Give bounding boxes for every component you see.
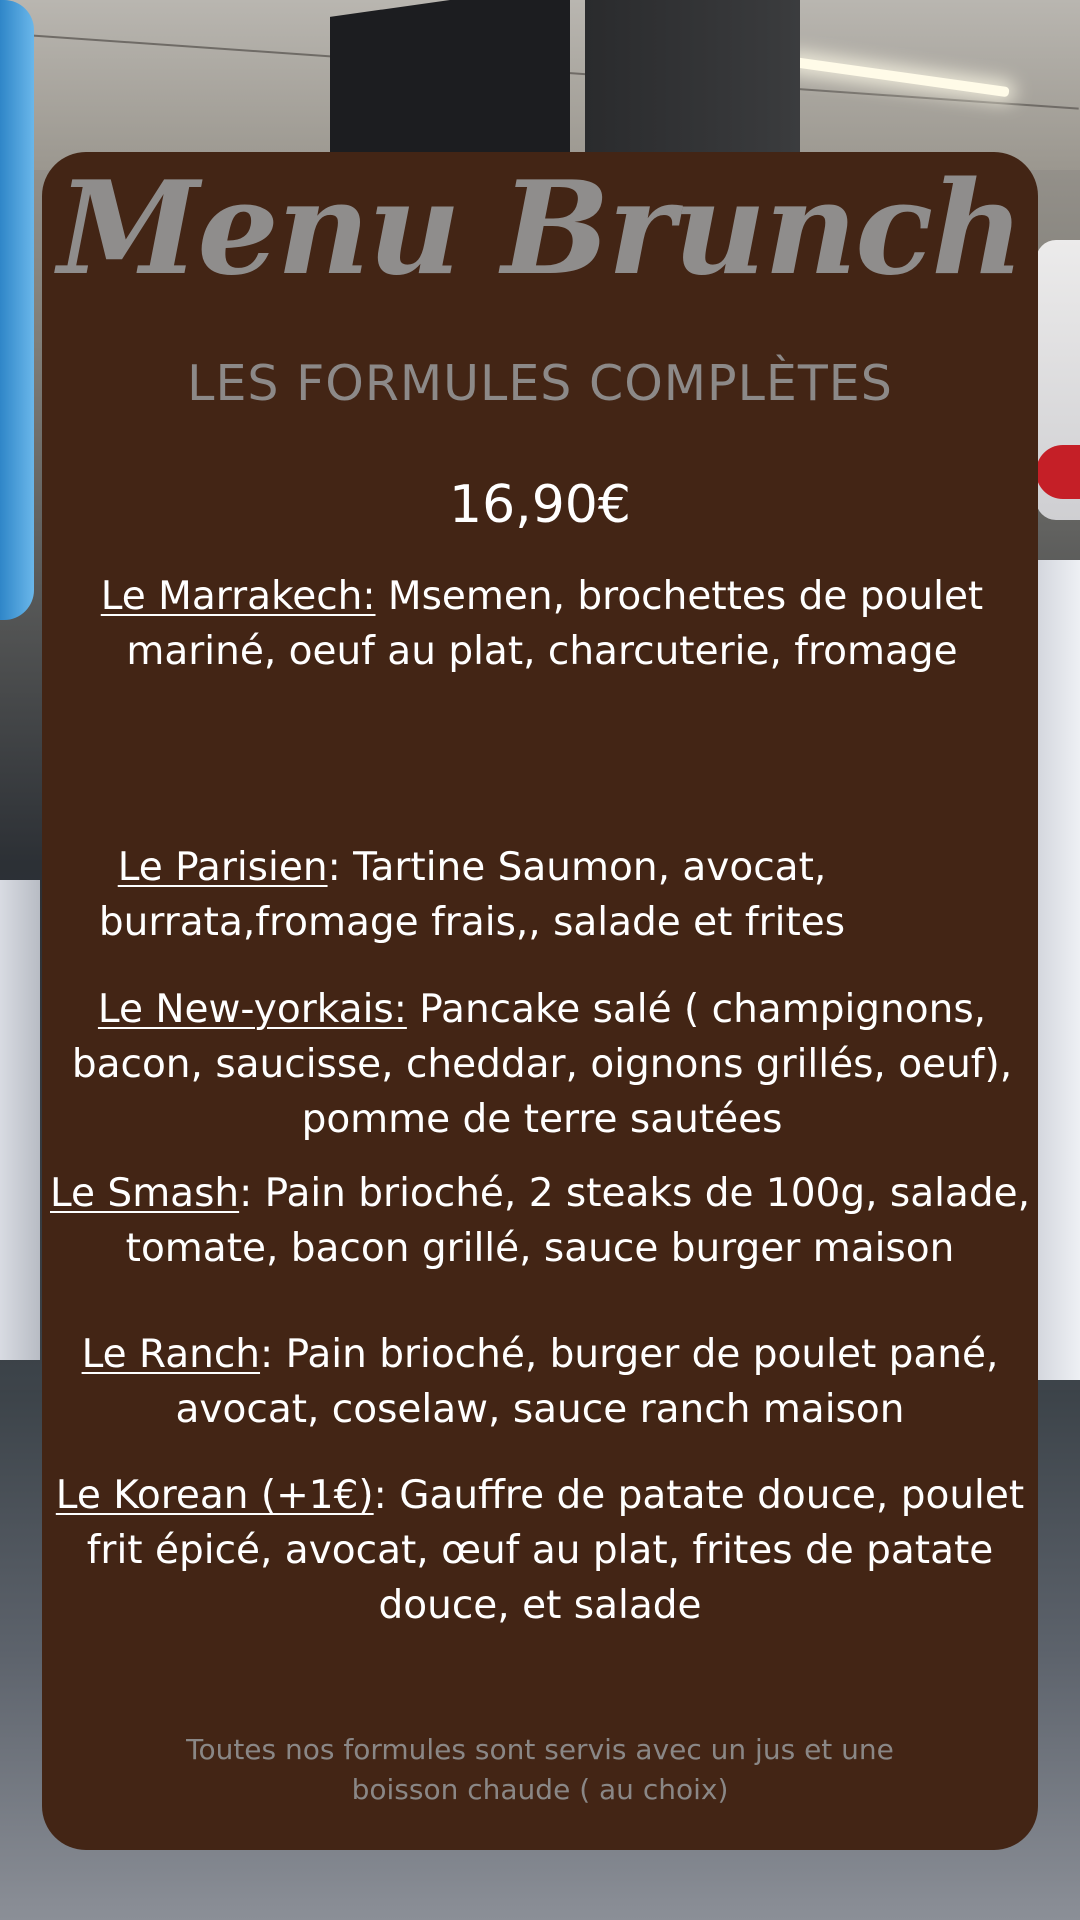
menu-subtitle: LES FORMULES COMPLÈTES [187, 355, 893, 412]
footer-line: boisson chaude ( au choix) [351, 1773, 729, 1806]
menu-item-name: Le Parisien [117, 845, 328, 890]
blue-decor [0, 0, 34, 620]
menu-item-name: Le Smash [50, 1171, 240, 1216]
menu-item-parisien: Le Parisien: Tartine Saumon, avocat, bur… [82, 840, 862, 950]
menu-item-smash: Le Smash: Pain brioché, 2 steaks de 100g… [50, 1166, 1030, 1276]
menu-item-separator: : [327, 845, 354, 890]
menu-item-new-yorkais: Le New-yorkais: Pancake salé ( champigno… [64, 982, 1020, 1147]
menu-item-marrakech: Le Marrakech: Msemen, brochettes de poul… [70, 569, 1014, 679]
menu-item-separator: : [260, 1332, 286, 1377]
menu-item-ranch: Le Ranch: Pain brioché, burger de poulet… [60, 1327, 1020, 1437]
menu-item-separator: : [373, 1473, 400, 1518]
left-wall [0, 880, 40, 1360]
menu-item-separator: : [239, 1171, 265, 1216]
menu-footer-note: Toutes nos formules sont servis avec un … [42, 1730, 1038, 1810]
menu-item-name: Le Marrakech: [100, 574, 376, 619]
menu-item-separator [407, 987, 419, 1032]
menu-item-separator [376, 574, 388, 619]
right-wall [1038, 560, 1080, 1380]
menu-item-name: Le Korean (+1€) [55, 1473, 374, 1518]
menu-item-name: Le New-yorkais: [97, 987, 407, 1032]
pillar [585, 0, 800, 170]
footer-line: Toutes nos formules sont servis avec un … [186, 1733, 894, 1766]
menu-price: 16,90€ [449, 475, 631, 535]
menu-item-description: Pain brioché, burger de poulet pané, avo… [175, 1332, 999, 1432]
menu-title: Menu Brunch [57, 154, 1025, 304]
menu-item-name: Le Ranch [81, 1332, 261, 1377]
menu-card: Menu Brunch LES FORMULES COMPLÈTES 16,90… [42, 152, 1038, 1850]
menu-item-korean: Le Korean (+1€): Gauffre de patate douce… [50, 1468, 1030, 1633]
